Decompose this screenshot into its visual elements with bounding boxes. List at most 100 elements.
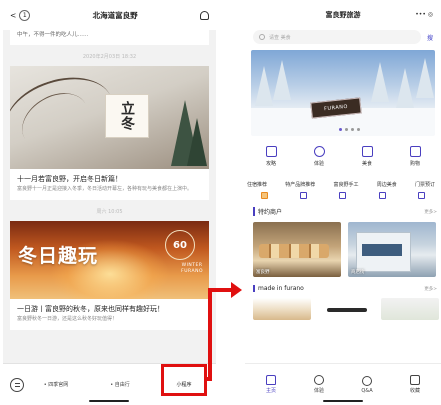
home-icon — [266, 375, 276, 385]
shop-caption: 商店街 — [351, 270, 365, 275]
previous-message-card[interactable]: 中午，不得一件的吃人儿…… — [10, 30, 209, 45]
mini-program-title: 富良野旅游 — [325, 11, 361, 19]
product-card[interactable] — [253, 298, 311, 320]
building-window — [362, 244, 402, 256]
question-icon — [362, 375, 372, 386]
product-card[interactable] — [381, 298, 439, 320]
more-link[interactable]: 更多> — [424, 209, 437, 215]
lidong-label: 立冬 — [119, 101, 135, 131]
timestamp: 2020年2月03日 18:32 — [82, 54, 137, 60]
home-indicator — [89, 400, 129, 402]
search-placeholder: 请查 美食 — [269, 34, 291, 41]
menu-item-official-site[interactable]: • 四季官网 — [24, 381, 88, 388]
left-nav-bar: < 1 北海道富良野 — [3, 0, 216, 30]
article-cover-image: 冬日趣玩 60 WINTER FURANO — [10, 221, 209, 299]
article-card-lidong[interactable]: 立冬 十一月若富良野，开启冬日新篇！ 富良野十一月正是迎接入冬季，冬日活动开幕左… — [10, 66, 209, 200]
search-icon — [259, 34, 265, 40]
tree-shape — [416, 58, 434, 98]
chevron-left-icon: < — [10, 10, 17, 20]
left-phone-screen: < 1 北海道富良野 中午，不得一件的吃人儿…… 2020年2月03日 18:3… — [3, 0, 216, 405]
capsule-menu-button[interactable]: ••• ◎ — [415, 11, 433, 18]
food-icon — [361, 146, 373, 157]
star-icon — [410, 375, 420, 385]
quick-links: 住宿推荐 特产品牌推荐 富良野手工 周边美食 门票预订 — [245, 167, 441, 188]
banner-carousel[interactable]: FURANO — [251, 50, 435, 136]
category-icons: 攻略 体验 美食 购物 — [245, 136, 441, 167]
guide-icon — [265, 146, 277, 157]
arrow-head — [231, 282, 242, 298]
product-card[interactable] — [317, 298, 375, 320]
ticket-icon[interactable] — [417, 192, 425, 199]
winter-badge: 60 — [165, 230, 195, 260]
previous-message-text: 中午，不得一件的吃人儿…… — [17, 32, 89, 38]
quick-link[interactable]: 富良野手工 — [333, 181, 358, 188]
quick-link[interactable]: 门票预订 — [415, 181, 435, 188]
article-card-winter[interactable]: 冬日趣玩 60 WINTER FURANO 一日游丨富良野的秋冬，原来也同样有趣… — [10, 221, 209, 330]
category-guide[interactable]: 攻略 — [251, 146, 291, 167]
arrow-segment — [208, 288, 231, 292]
quick-link-icons — [245, 188, 441, 199]
search-row: 请查 美食 搜 — [245, 30, 441, 44]
article-title: 十一月若富良野，开启冬日新篇！ — [17, 175, 122, 183]
keyboard-icon[interactable] — [10, 377, 24, 392]
tab-label: Q&A — [361, 387, 373, 394]
food-photo — [259, 244, 329, 258]
shop-caption: 富良野 — [256, 270, 270, 275]
camera-icon[interactable] — [300, 192, 308, 199]
timestamp: 周六 10:05 — [96, 209, 123, 215]
section-header-shops: 特约商户 更多> — [245, 207, 441, 216]
shop-card[interactable]: 商店街 — [348, 222, 436, 277]
search-input[interactable]: 请查 美食 — [253, 30, 421, 44]
tab-label: 体验 — [313, 388, 324, 394]
category-label: 美食 — [361, 161, 372, 167]
mini-program-highlight-box — [161, 364, 207, 396]
home-indicator — [323, 400, 363, 402]
arrow-segment — [208, 290, 212, 381]
quick-link[interactable]: 特产品牌推荐 — [285, 181, 315, 188]
product-photo — [327, 308, 367, 312]
tab-bar: 主页 体验 Q&A 收藏 — [245, 363, 441, 405]
shop-card[interactable]: 富良野 — [253, 222, 341, 277]
product-list — [245, 292, 441, 320]
article-desc: 富良野秋冬一日游，还是这么秋冬好玩值得！ — [17, 316, 118, 322]
category-label: 购物 — [409, 161, 420, 167]
back-button[interactable]: < 1 — [10, 9, 31, 21]
craft-icon[interactable] — [339, 192, 347, 199]
lidong-label-box: 立冬 — [105, 94, 149, 138]
tab-experience[interactable]: 体验 — [301, 375, 337, 394]
shopping-icon — [409, 146, 421, 157]
tab-home[interactable]: 主页 — [253, 375, 289, 394]
right-phone-screen: 富良野旅游 ••• ◎ 请查 美食 搜 FURANO 攻略 体验 美食 购物 住… — [245, 0, 441, 405]
more-link[interactable]: 更多> — [424, 286, 437, 292]
winter-fun-label: 冬日趣玩 — [18, 245, 99, 267]
winter-furano-label: WINTER FURANO — [181, 263, 203, 274]
category-label: 体验 — [313, 161, 324, 167]
tab-label: 主页 — [265, 388, 276, 394]
tab-qa[interactable]: Q&A — [349, 375, 385, 394]
tab-favorites[interactable]: 收藏 — [397, 375, 433, 394]
shop-list: 富良野 商店街 — [245, 216, 441, 277]
dining-icon[interactable] — [378, 192, 386, 199]
person-icon[interactable] — [199, 10, 209, 20]
article-title: 一日游丨富良野的秋冬，原来也同样有趣好玩！ — [17, 305, 164, 313]
category-label: 攻略 — [265, 161, 276, 167]
section-title: made in furano — [253, 285, 304, 292]
tree-shape — [371, 62, 389, 102]
section-title: 特约商户 — [253, 207, 282, 216]
quick-link[interactable]: 周边美食 — [377, 181, 397, 188]
search-button[interactable]: 搜 — [427, 33, 433, 42]
tree-shape — [255, 66, 273, 106]
tree-shape — [273, 60, 291, 100]
category-experience[interactable]: 体验 — [299, 146, 339, 167]
hotel-icon[interactable] — [261, 192, 269, 199]
section-header-made-in-furano: made in furano 更多> — [245, 285, 441, 292]
category-shopping[interactable]: 购物 — [395, 146, 435, 167]
quick-link[interactable]: 住宿推荐 — [247, 181, 267, 188]
category-food[interactable]: 美食 — [347, 146, 387, 167]
mini-program-nav-bar: 富良野旅游 ••• ◎ — [245, 0, 441, 30]
article-desc: 富良野十一月正是迎接入冬季，冬日活动开幕左，各种有玩与美食都在上演中。 — [17, 186, 193, 192]
carousel-dots — [339, 128, 360, 131]
menu-item-free-travel[interactable]: • 自由行 — [88, 381, 152, 388]
experience-icon — [313, 146, 325, 157]
heart-icon — [314, 375, 324, 385]
